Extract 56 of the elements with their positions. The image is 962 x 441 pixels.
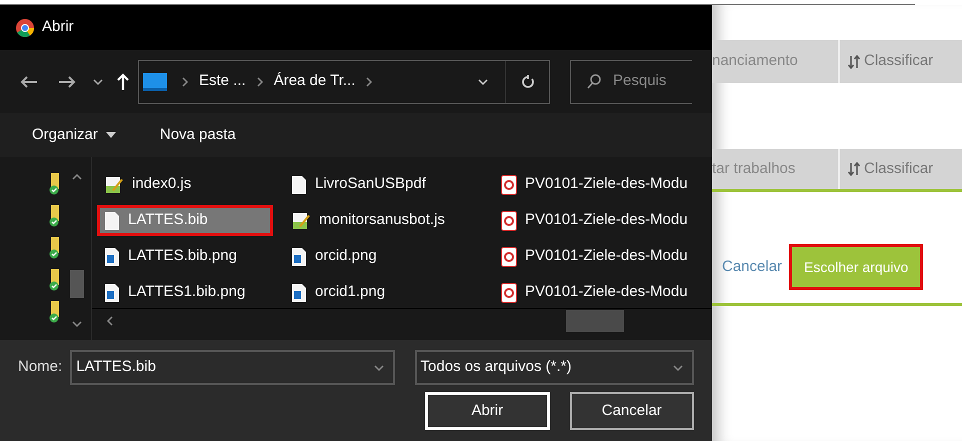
address-bar[interactable]: Este ... Área de Tr... [138,60,550,104]
cancel-link[interactable]: Cancelar [722,256,782,278]
pdf-file-icon [501,210,517,230]
file-item[interactable]: LATTES1.bib.png [100,280,250,305]
new-folder-button[interactable]: Nova pasta [160,124,236,146]
back-arrow-icon[interactable] [20,74,38,88]
forward-arrow-icon[interactable] [58,74,76,88]
pdf-file-icon [501,246,517,266]
header-cell: nanciamento [712,40,840,83]
filename-label: Nome: [18,357,62,378]
pdf-file-icon [501,174,517,194]
breadcrumb-item[interactable]: Este ... [195,70,250,93]
file-item[interactable]: orcid1.png [287,280,390,305]
file-item[interactable]: LivroSanUSBpdf [287,172,430,197]
folder-sync-icon[interactable] [48,173,62,195]
sort-icon [848,54,860,68]
breadcrumb-item[interactable]: Área de Tr... [270,70,360,93]
image-file-icon [104,246,120,266]
blank-file-icon [291,174,307,194]
file-item[interactable]: LATTES.bib [100,208,270,233]
image-file-icon [291,246,307,266]
sort-icon [848,162,860,176]
blank-file-icon [104,210,120,230]
caret-icon [106,132,116,138]
script-file-icon [104,174,124,194]
scrollbar-thumb[interactable] [566,310,624,332]
folder-sync-icon[interactable] [48,237,62,259]
file-item[interactable]: monitorsanusbot.js [287,208,449,233]
dialog-title: Abrir [42,17,74,38]
file-item[interactable]: index0.js [100,172,196,197]
filetype-select[interactable]: Todos os arquivos (*.*) [414,350,694,385]
file-item[interactable]: PV0101-Ziele-des-Modu [497,208,692,233]
scrollbar-thumb[interactable] [70,270,84,298]
refresh-icon[interactable] [520,74,534,88]
image-file-icon [291,282,307,302]
organize-menu[interactable]: Organizar [32,124,116,146]
computer-icon [143,72,167,90]
filename-field[interactable]: LATTES.bib [70,350,395,385]
search-icon [587,74,601,90]
script-file-icon [291,210,311,230]
file-item[interactable]: PV0101-Ziele-des-Modu [497,244,692,269]
folder-sync-icon[interactable] [48,269,62,291]
pdf-file-icon [501,282,517,302]
image-file-icon [104,282,120,302]
up-arrow-icon[interactable] [116,72,130,90]
file-item[interactable]: PV0101-Ziele-des-Modu [497,172,692,197]
folder-sync-icon[interactable] [48,301,62,323]
search-field[interactable]: Pesquis [570,60,692,104]
file-item[interactable]: orcid.png [287,244,381,269]
folder-sync-icon[interactable] [48,205,62,227]
circle-logo-icon [16,18,34,36]
dialog-button[interactable]: Abrir [425,392,550,430]
header-cell: tar trabalhos [712,149,840,189]
dialog-button[interactable]: Cancelar [570,392,694,430]
file-item[interactable]: LATTES.bib.png [100,244,241,269]
file-item[interactable]: PV0101-Ziele-des-Modu [497,280,692,305]
